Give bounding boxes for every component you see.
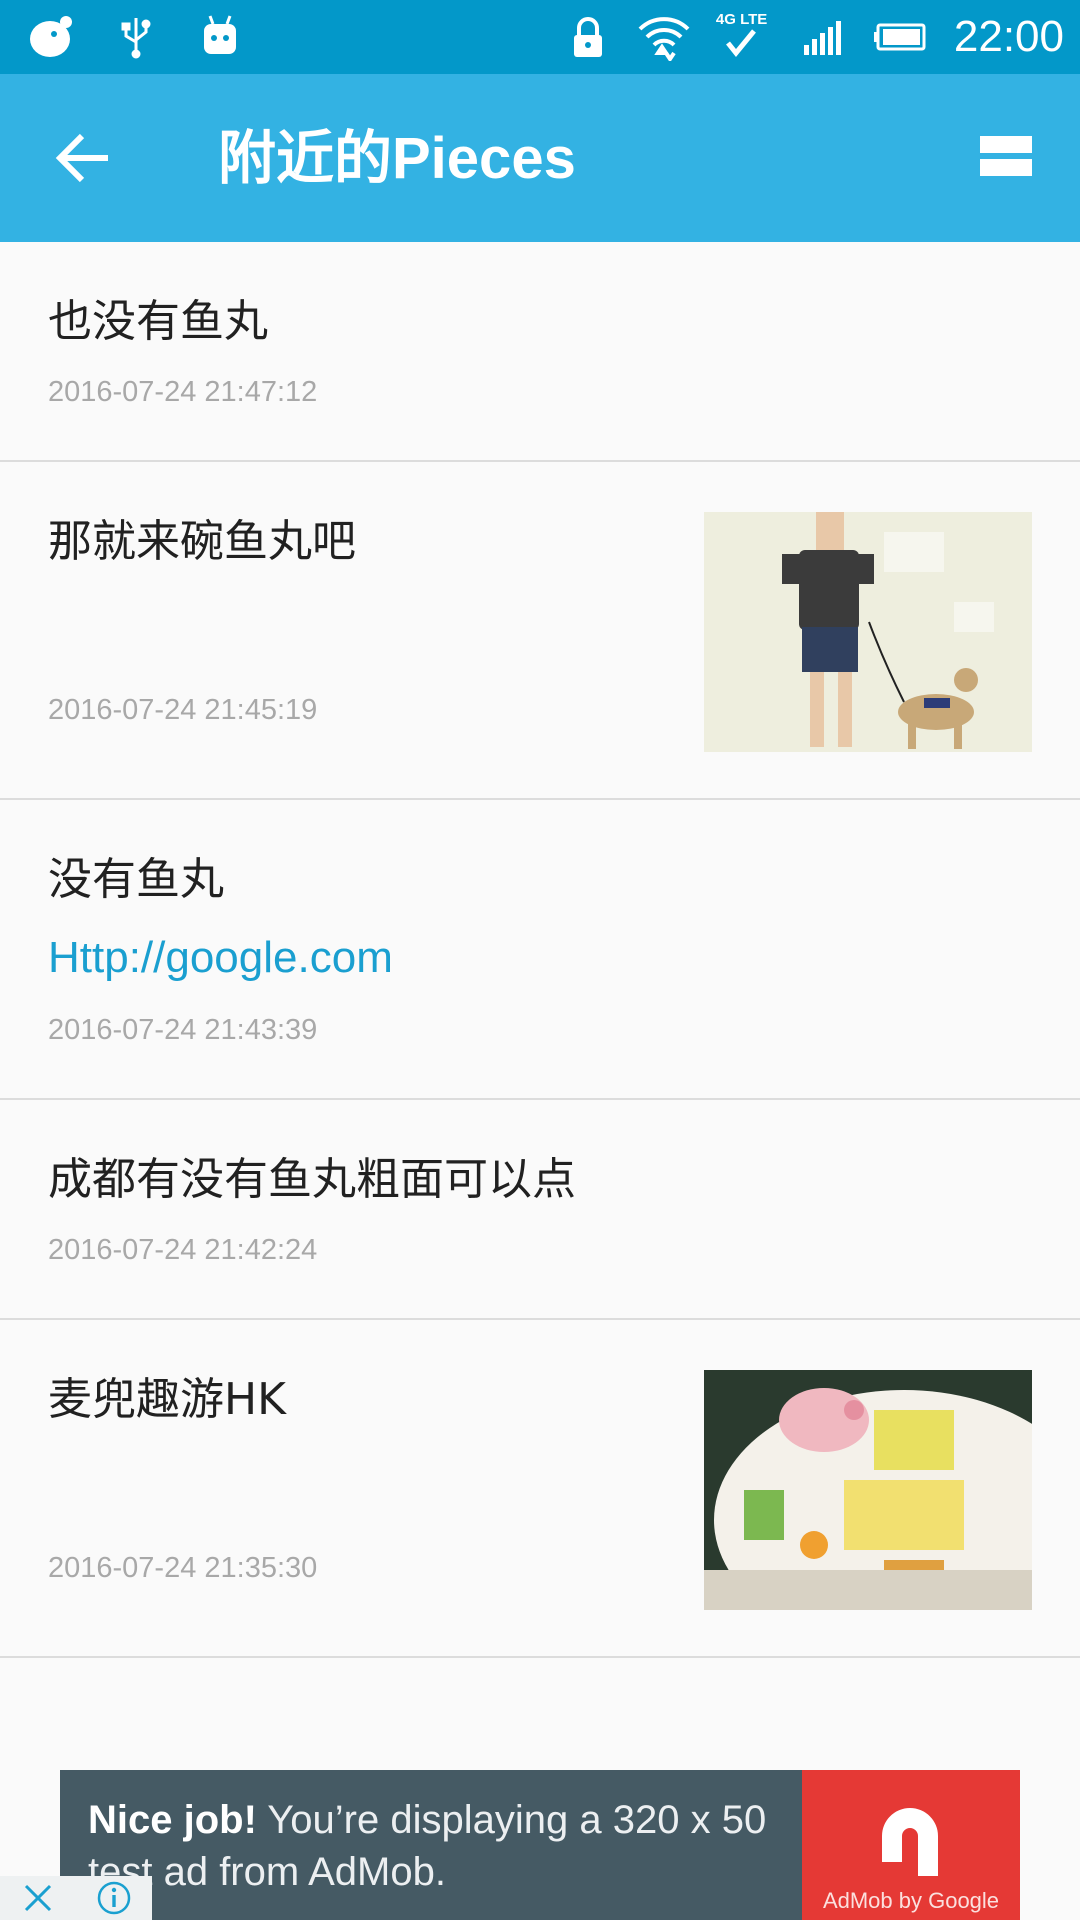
ad-banner[interactable]: Nice job! You’re displaying a 320 x 50 t…	[60, 1770, 1020, 1920]
signal-icon	[800, 13, 848, 61]
item-text: 没有鱼丸	[48, 854, 224, 905]
item-thumbnail-person-dog[interactable]	[704, 512, 1032, 752]
item-text: 那就来碗鱼丸吧	[48, 516, 356, 567]
item-thumbnail-mug[interactable]	[704, 1370, 1032, 1610]
list-item[interactable]: 麦兜趣游HK 2016-07-24 21:35:30	[0, 1320, 1080, 1658]
ad-info-button[interactable]	[76, 1876, 152, 1920]
admob-logo: AdMob by Google	[802, 1770, 1020, 1920]
lock-icon	[564, 13, 612, 61]
list-item[interactable]: 成都有没有鱼丸粗面可以点 2016-07-24 21:42:24	[0, 1100, 1080, 1320]
list-item[interactable]: 也没有鱼丸 2016-07-24 21:47:12	[0, 242, 1080, 462]
battery-icon	[872, 13, 930, 61]
admob-icon	[882, 1808, 938, 1876]
ad-text: Nice job! You’re displaying a 320 x 50 t…	[88, 1794, 808, 1898]
lte-icon: 4G LTE	[716, 11, 776, 61]
chat-bubble-icon	[28, 12, 76, 60]
page-title: 附近的Pieces	[218, 126, 576, 191]
view-list-icon	[980, 136, 1032, 176]
view-toggle-button[interactable]	[978, 132, 1034, 182]
pieces-list: 也没有鱼丸 2016-07-24 21:47:12 那就来碗鱼丸吧 2016-0…	[0, 242, 1080, 1658]
item-timestamp: 2016-07-24 21:45:19	[48, 694, 318, 726]
item-text: 成都有没有鱼丸粗面可以点	[48, 1154, 576, 1205]
wifi-icon	[636, 13, 692, 61]
back-button[interactable]	[52, 124, 120, 192]
list-item[interactable]: 那就来碗鱼丸吧 2016-07-24 21:45:19	[0, 462, 1080, 800]
item-timestamp: 2016-07-24 21:35:30	[48, 1552, 318, 1584]
item-text: 也没有鱼丸	[48, 296, 268, 347]
info-icon	[97, 1881, 131, 1915]
app-bar: 附近的Pieces	[0, 74, 1080, 242]
item-timestamp: 2016-07-24 21:47:12	[48, 376, 318, 408]
ad-headline: Nice job!	[88, 1798, 257, 1842]
arrow-left-icon	[55, 133, 108, 183]
clock: 22:00	[953, 12, 1064, 61]
item-timestamp: 2016-07-24 21:43:39	[48, 1014, 318, 1046]
item-link[interactable]: Http://google.com	[48, 930, 393, 986]
item-text: 麦兜趣游HK	[48, 1374, 286, 1425]
usb-icon	[112, 12, 160, 60]
list-item[interactable]: 没有鱼丸 Http://google.com 2016-07-24 21:43:…	[0, 800, 1080, 1100]
item-timestamp: 2016-07-24 21:42:24	[48, 1234, 318, 1266]
ad-close-button[interactable]	[0, 1876, 76, 1920]
status-bar: 4G LTE 22:00	[0, 0, 1080, 74]
ad-controls	[0, 1876, 152, 1920]
android-icon	[196, 12, 244, 60]
close-icon	[24, 1884, 52, 1912]
ad-brand: AdMob by Google	[822, 1888, 1000, 1913]
